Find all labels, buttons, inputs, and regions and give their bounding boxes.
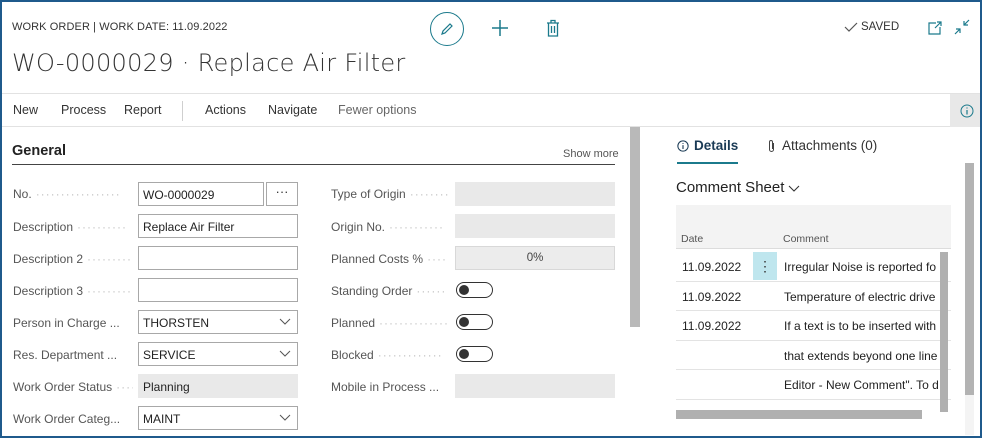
- row-menu-button[interactable]: ⋮: [753, 252, 777, 280]
- action-actions[interactable]: Actions: [205, 103, 246, 117]
- field-label-description: Description ··········: [13, 220, 127, 234]
- edit-button[interactable]: [430, 12, 464, 46]
- field-label-planned: Planned ··············: [331, 316, 449, 330]
- row-comment: Temperature of electric drive: [784, 289, 936, 304]
- general-section-title[interactable]: General: [12, 143, 66, 159]
- action-report[interactable]: Report: [124, 103, 162, 117]
- blocked-toggle[interactable]: [456, 346, 493, 362]
- comment-sheet-title[interactable]: Comment Sheet: [676, 179, 800, 196]
- content-scrollbar[interactable]: [630, 127, 640, 327]
- page-caption: WORK ORDER | WORK DATE: 11.09.2022: [12, 21, 228, 33]
- field-label-work-order-category: Work Order Categ...: [13, 412, 121, 426]
- chevron-down-icon: [279, 350, 291, 357]
- action-new[interactable]: New: [13, 103, 38, 117]
- row-date: 11.09.2022: [682, 260, 742, 274]
- work-order-category-value: MAINT: [143, 412, 181, 426]
- tab-details-label: Details: [694, 138, 739, 153]
- grid-horizontal-scrollbar[interactable]: [676, 410, 922, 419]
- planned-costs-indicator: 0%: [455, 246, 615, 270]
- field-label-origin-no: Origin No. ···········: [331, 220, 444, 234]
- edit-icon: [441, 23, 453, 35]
- saved-label: SAVED: [861, 21, 900, 33]
- collapse-button[interactable]: [953, 18, 971, 36]
- trash-icon: [547, 19, 559, 37]
- description-field[interactable]: Replace Air Filter: [138, 214, 298, 238]
- action-fewer-options[interactable]: Fewer options: [338, 103, 417, 117]
- check-icon: [844, 22, 858, 32]
- table-row[interactable]: that extends beyond one line: [676, 341, 951, 370]
- row-comment: Irregular Noise is reported fo: [784, 260, 937, 274]
- tab-details[interactable]: Details: [677, 138, 738, 153]
- chevron-down-icon: [789, 185, 800, 192]
- grid-vertical-scrollbar[interactable]: [940, 252, 948, 412]
- plus-icon: [492, 20, 508, 36]
- show-more-link[interactable]: Show more: [563, 148, 619, 160]
- comment-sheet-label: Comment Sheet: [676, 179, 785, 196]
- factbox-toggle-button[interactable]: [950, 94, 980, 127]
- open-new-window-icon: [928, 21, 942, 35]
- factbox-scrollbar[interactable]: [965, 163, 974, 395]
- collapse-icon: [954, 19, 970, 35]
- type-of-origin-field: [455, 182, 615, 206]
- action-separator: [182, 101, 183, 121]
- chevron-down-icon: [279, 414, 291, 421]
- standing-order-toggle[interactable]: [456, 282, 493, 298]
- column-header-comment[interactable]: Comment: [783, 233, 829, 245]
- field-label-res-department: Res. Department ...: [13, 348, 118, 362]
- delete-button[interactable]: [543, 17, 563, 39]
- mobile-in-process-field: [455, 374, 615, 398]
- field-label-description-2: Description 2 ·········: [13, 252, 132, 266]
- action-navigate[interactable]: Navigate: [268, 103, 317, 117]
- info-icon: [960, 104, 974, 117]
- page-title: WO-0000029 · Replace Air Filter: [12, 49, 406, 77]
- res-department-value: SERVICE: [143, 348, 196, 362]
- no-assist-button[interactable]: ···: [266, 182, 298, 206]
- table-row[interactable]: 11.09.2022 ⋮ Irregular Noise is reported…: [676, 252, 951, 282]
- column-header-date[interactable]: Date: [681, 233, 703, 245]
- table-row[interactable]: 11.09.2022 If a text is to be inserted w…: [676, 311, 951, 341]
- field-label-person-in-charge: Person in Charge ...: [13, 316, 120, 330]
- tab-attachments[interactable]: Attachments (0): [767, 138, 877, 153]
- open-new-window-button[interactable]: [927, 20, 943, 36]
- table-row[interactable]: 11.09.2022 Temperature of electric drive: [676, 282, 951, 311]
- field-label-description-3: Description 3 ·········: [13, 284, 132, 298]
- field-label-mobile-in-process: Mobile in Process ...: [331, 380, 440, 394]
- section-divider: [12, 164, 615, 165]
- field-label-planned-costs: Planned Costs % ····: [331, 252, 448, 266]
- active-tab-underline: [677, 162, 738, 164]
- row-comment: If a text is to be inserted with: [784, 319, 937, 333]
- field-label-blocked: Blocked ·············: [331, 348, 443, 362]
- info-icon: [677, 139, 689, 152]
- comment-grid-header: Date Comment: [676, 205, 951, 249]
- row-date: 11.09.2022: [682, 289, 742, 304]
- comment-grid: Date Comment 11.09.2022 ⋮ Irregular Nois…: [676, 205, 951, 427]
- factbox-scrollbar-track: [965, 395, 974, 435]
- res-department-dropdown[interactable]: SERVICE: [138, 342, 298, 366]
- work-order-status-field: Planning: [138, 374, 298, 398]
- tab-attachments-label: Attachments (0): [782, 138, 878, 153]
- row-comment: Editor - New Comment". To d: [784, 378, 939, 392]
- planned-toggle[interactable]: [456, 314, 493, 330]
- description-2-field[interactable]: [138, 246, 298, 270]
- description-3-field[interactable]: [138, 278, 298, 302]
- table-row[interactable]: Editor - New Comment". To d: [676, 370, 951, 400]
- origin-no-field: [455, 214, 615, 238]
- field-label-type-of-origin: Type of Origin ········: [331, 187, 450, 201]
- paperclip-icon: [769, 139, 774, 152]
- field-label-no: No. ·················: [13, 187, 121, 201]
- field-label-work-order-status: Work Order Status····: [13, 380, 133, 394]
- action-bar: New Process Report Actions Navigate Fewe…: [2, 93, 980, 127]
- person-in-charge-dropdown[interactable]: THORSTEN: [138, 310, 298, 334]
- action-process[interactable]: Process: [61, 103, 106, 117]
- chevron-down-icon: [279, 318, 291, 325]
- work-order-page: WORK ORDER | WORK DATE: 11.09.2022 WO-00…: [0, 0, 982, 438]
- row-comment: that extends beyond one line: [784, 348, 938, 363]
- field-label-standing-order: Standing Order ······: [331, 284, 447, 298]
- no-field[interactable]: WO-0000029: [138, 182, 264, 206]
- new-button[interactable]: [489, 17, 511, 39]
- person-in-charge-value: THORSTEN: [143, 316, 209, 330]
- saved-status: SAVED: [844, 21, 899, 33]
- row-date: 11.09.2022: [682, 319, 742, 333]
- work-order-category-dropdown[interactable]: MAINT: [138, 406, 298, 430]
